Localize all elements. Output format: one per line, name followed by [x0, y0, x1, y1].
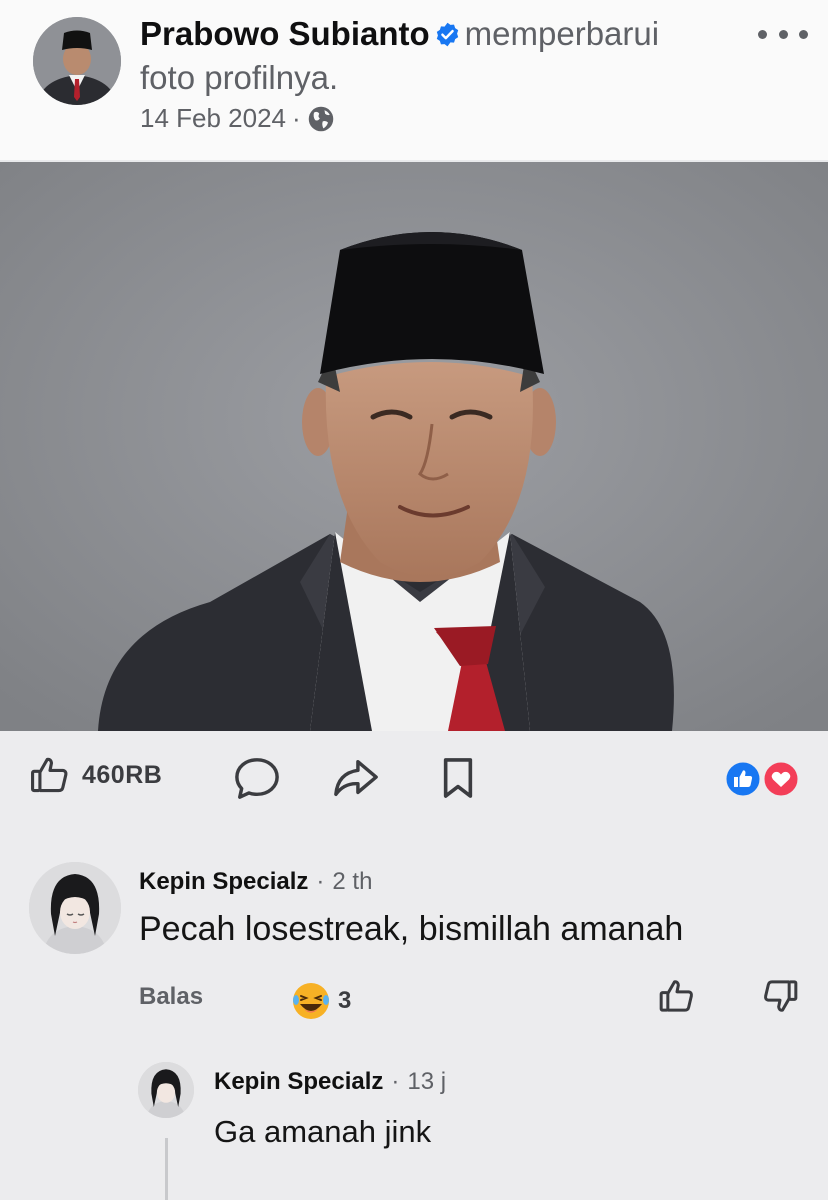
comment-like-button[interactable] [657, 976, 697, 1021]
comment-header: Kepin Specialz · 2 th [139, 868, 372, 896]
share-arrow-icon [334, 759, 378, 797]
meta-separator: · [292, 103, 301, 133]
reply-button[interactable]: Balas [139, 983, 203, 1011]
reply-separator: · [391, 1068, 400, 1095]
comment-reaction-count: 3 [338, 987, 352, 1014]
more-options-icon[interactable] [758, 22, 808, 46]
comment-reactions[interactable]: 3 [290, 980, 351, 1022]
like-count: 460RB [82, 760, 163, 789]
comment-bubble-icon [235, 758, 279, 799]
comment-text: Pecah losestreak, bismillah amanah [139, 910, 684, 948]
post-header: Prabowo Subianto memperbarui foto profiln… [0, 0, 828, 160]
reply-text: Ga amanah jink [214, 1114, 432, 1149]
save-button[interactable] [439, 755, 477, 806]
reaction-summary[interactable] [721, 759, 803, 799]
laughing-emoji-icon [293, 983, 329, 1019]
comments-section: Kepin Specialz · 2 th Pecah losestreak, … [0, 826, 828, 1200]
reply-commenter-avatar[interactable] [138, 1062, 194, 1118]
share-button[interactable] [331, 755, 381, 806]
thread-line [165, 1138, 168, 1200]
commenter-name[interactable]: Kepin Specialz [139, 868, 308, 896]
thumbs-down-icon [764, 980, 798, 1012]
post-title: Prabowo Subianto memperbarui foto profiln… [140, 12, 720, 100]
comment-button[interactable] [232, 755, 282, 806]
profile-photo[interactable] [0, 162, 828, 731]
comment-separator: · [316, 868, 325, 895]
reply-header: Kepin Specialz · 13 j [214, 1068, 446, 1096]
post-date[interactable]: 14 Feb 2024 [140, 103, 286, 134]
post-action-bar: 460RB [0, 731, 828, 826]
author-name[interactable]: Prabowo Subianto [140, 15, 430, 52]
reply-time: 13 j [407, 1068, 447, 1095]
bookmark-icon [443, 758, 473, 798]
author-avatar[interactable] [33, 17, 121, 105]
love-reaction-icon [761, 759, 801, 799]
thumbs-up-icon [31, 757, 68, 793]
comment-dislike-button[interactable] [760, 976, 800, 1021]
thumbs-up-icon [659, 980, 693, 1012]
comment-time: 2 th [332, 868, 373, 895]
like-button[interactable]: 460RB [28, 753, 162, 797]
post-meta: 14 Feb 2024 · [140, 103, 335, 134]
commenter-avatar[interactable] [29, 862, 121, 954]
globe-icon [308, 106, 333, 131]
reply-commenter-name[interactable]: Kepin Specialz [214, 1068, 383, 1096]
like-reaction-icon [723, 759, 763, 799]
verified-badge-icon [436, 22, 458, 47]
